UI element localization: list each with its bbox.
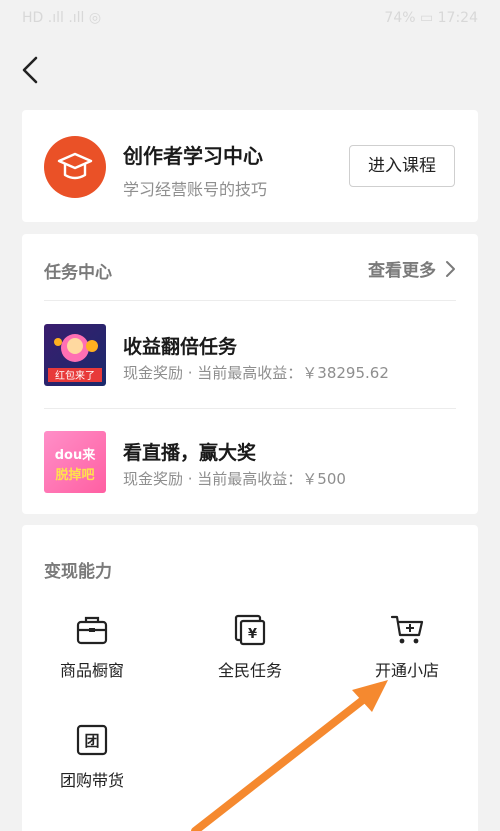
status-bar: HD .ıll .ıll ◎ 74% ▭ 17:24 [0,0,500,40]
chevron-left-icon [22,56,38,84]
task-description: 现金奖励 · 当前最高收益：￥38295.62 [123,364,389,382]
showcase-bag-icon [76,616,108,645]
svg-text:团: 团 [84,732,99,750]
svg-text:脱掉吧: 脱掉吧 [55,467,94,483]
enter-course-button[interactable]: 进入课程 [349,145,455,187]
task-thumbnail-red-packet: 红包来了 [44,324,106,386]
feature-label: 开通小店 [374,661,439,680]
monetization-card: 变现能力 商品橱窗 ¥ 全民任务 开通小店 团 团购带货 [22,525,478,831]
feature-showcase[interactable]: 商品橱窗 [22,613,162,681]
divider [44,408,456,409]
divider [44,300,456,301]
back-button[interactable] [14,52,50,88]
graduation-cap-icon [44,136,106,198]
task-center-card: 任务中心 查看更多 红包来了 收益翻倍任务 现金奖励 · 当前最高收益：￥382… [22,234,478,514]
task-description: 现金奖励 · 当前最高收益：￥500 [123,470,346,488]
task-title: 收益翻倍任务 [123,336,238,358]
svg-text:¥: ¥ [248,627,257,642]
svg-text:dou来: dou来 [55,447,96,463]
feature-label: 团购带货 [59,771,124,790]
creator-center-title: 创作者学习中心 [123,144,263,168]
group-buy-icon: 团 [76,724,108,756]
yuan-task-icon: ¥ [234,614,266,646]
task-center-heading: 任务中心 [44,263,112,283]
creator-learning-card[interactable]: 创作者学习中心 学习经营账号的技巧 进入课程 [22,110,478,222]
feature-label: 商品橱窗 [59,661,124,680]
shopping-cart-icon [390,615,424,644]
svg-text:红包来了: 红包来了 [55,369,95,382]
feature-label: 全民任务 [217,661,282,680]
chevron-right-icon [446,260,455,277]
task-thumbnail-live: dou来 脱掉吧 [44,431,106,493]
see-more-label: 查看更多 [368,261,436,281]
creator-center-subtitle: 学习经营账号的技巧 [123,180,268,199]
see-more-link[interactable]: 查看更多 [368,256,456,281]
feature-public-tasks[interactable]: ¥ 全民任务 [180,613,320,681]
feature-group-buy[interactable]: 团 团购带货 [22,723,162,791]
status-battery-time: 74% ▭ 17:24 [384,10,478,26]
monetization-heading: 变现能力 [44,562,112,582]
feature-open-store[interactable]: 开通小店 [337,613,477,681]
task-title: 看直播，赢大奖 [123,442,257,464]
status-signal: HD .ıll .ıll ◎ [22,10,102,26]
